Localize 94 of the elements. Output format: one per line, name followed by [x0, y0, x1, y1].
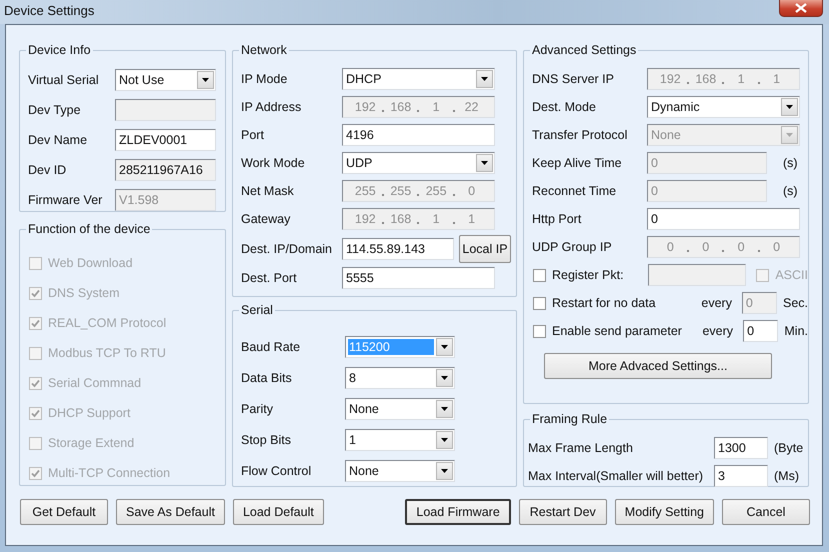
field-label: Dev Name: [28, 133, 88, 147]
field-label: IP Address: [241, 100, 302, 114]
close-icon: [795, 3, 807, 13]
field-label: Dest. IP/Domain: [241, 242, 334, 256]
input-field[interactable]: 1300: [714, 437, 768, 459]
field-label: DNS Server IP: [532, 72, 615, 86]
checkbox[interactable]: [533, 324, 546, 338]
checkbox-label: DHCP Support: [48, 406, 130, 420]
input-field[interactable]: 114.55.89.143: [342, 238, 454, 260]
field-label: Max Interval(Smaller will better): [528, 469, 704, 483]
every-label: every: [701, 324, 734, 338]
field-label: Work Mode: [241, 156, 306, 170]
dropdown-arrow-icon: [481, 161, 488, 165]
checkbox-label: Storage Extend: [48, 436, 134, 450]
dropdown-arrow-icon: [441, 438, 448, 442]
dialog-button[interactable]: Load Default: [232, 499, 324, 525]
dialog-button[interactable]: Restart Dev: [518, 499, 607, 525]
field-label: Net Mask: [241, 184, 295, 198]
checkbox-label: Enable send parameter: [552, 324, 683, 338]
input-field[interactable]: 3: [714, 465, 768, 487]
dropdown[interactable]: UDP: [342, 152, 495, 174]
field-label: Dev ID: [28, 163, 68, 177]
dropdown-value: None: [348, 462, 380, 478]
dropdown[interactable]: DHCP: [342, 68, 495, 90]
unit-label: (Ms): [774, 469, 799, 483]
field-label: Dest. Mode: [532, 100, 597, 114]
input-field[interactable]: 4196: [342, 124, 495, 146]
dialog-button[interactable]: Save As Default: [116, 499, 225, 525]
field-label: Dest. Port: [241, 271, 298, 285]
unit-label: (s): [783, 184, 798, 198]
dropdown[interactable]: None: [345, 398, 455, 420]
dropdown-arrow-icon: [202, 78, 209, 82]
dropdown-arrow-icon: [441, 468, 448, 472]
dropdown[interactable]: None: [345, 460, 455, 482]
field-label: Transfer Protocol: [532, 128, 628, 142]
more-settings-button[interactable]: More Advaced Settings...: [544, 353, 772, 379]
dropdown-arrow-icon: [786, 133, 793, 137]
unit-label: (s): [783, 156, 798, 170]
dropdown-arrow-icon: [481, 77, 488, 81]
dropdown[interactable]: 1: [345, 428, 455, 450]
field-label: Virtual Serial: [28, 73, 100, 87]
field-label: Reconnet Time: [532, 184, 618, 198]
checkbox-label: ASCII: [775, 268, 808, 282]
field-label: IP Mode: [241, 72, 288, 86]
dropdown-value: 1: [348, 432, 357, 448]
checkbox-label: Multi-TCP Connection: [48, 466, 170, 480]
window-title: Device Settings: [4, 3, 94, 18]
field-label: Gateway: [241, 212, 292, 226]
local-ip-button[interactable]: Local IP: [459, 234, 511, 262]
field-label: Stop Bits: [241, 432, 292, 446]
field-label: Dev Type: [28, 103, 82, 117]
every-label: every: [700, 296, 733, 310]
field-label: Baud Rate: [241, 340, 302, 354]
close-button[interactable]: [779, 0, 823, 17]
checkbox-label: Serial Commnad: [48, 376, 142, 390]
field-label: UDP Group IP: [532, 240, 613, 254]
dropdown-value: None: [348, 400, 380, 416]
dropdown-arrow-icon: [441, 406, 448, 410]
checkbox-label: REAL_COM Protocol: [48, 316, 166, 330]
dropdown-arrow-icon: [441, 376, 448, 380]
checkbox-label: Web Download: [48, 256, 133, 270]
dropdown[interactable]: Not Use: [115, 69, 216, 91]
dropdown-value: 8: [348, 370, 357, 386]
checkbox-label: Restart for no data: [552, 296, 657, 310]
field-label: Keep Alive Time: [532, 156, 623, 170]
input-field[interactable]: 285211967A16: [115, 159, 216, 181]
dialog-button[interactable]: Modify Setting: [614, 499, 714, 525]
dropdown[interactable]: 8: [345, 366, 455, 388]
dropdown-value: 115200: [348, 338, 434, 354]
input-field[interactable]: 0: [647, 208, 800, 230]
field-label: Max Frame Length: [528, 441, 634, 455]
group-title: Framing Rule: [530, 412, 610, 427]
dialog-button[interactable]: Load Firmware: [405, 499, 511, 525]
dropdown[interactable]: Dynamic: [647, 96, 800, 118]
group-title: Advanced Settings: [530, 43, 638, 58]
unit-label: Min.: [784, 324, 808, 338]
field-label: Http Port: [532, 212, 582, 226]
checkbox-label: Modbus TCP To RTU: [48, 346, 166, 360]
input-field[interactable]: 5555: [342, 267, 495, 289]
field-label: Parity: [241, 402, 274, 416]
field-label: Firmware Ver: [28, 193, 104, 207]
checkbox-label: DNS System: [48, 286, 120, 300]
dialog-button[interactable]: Get Default: [20, 499, 108, 525]
field-label: Flow Control: [241, 464, 312, 478]
dialog-button[interactable]: Cancel: [722, 499, 810, 525]
field-label: Port: [241, 128, 265, 142]
input-field[interactable]: 0: [743, 320, 778, 342]
input-field[interactable]: ZLDEV0001: [115, 129, 216, 151]
field-label: Data Bits: [241, 370, 293, 384]
unit-label: Sec.: [782, 296, 808, 310]
dropdown-arrow-icon: [441, 344, 448, 348]
checkbox-label: Register Pkt:: [552, 268, 625, 282]
unit-label: (Byte: [774, 441, 804, 455]
dropdown-arrow-icon: [786, 105, 793, 109]
